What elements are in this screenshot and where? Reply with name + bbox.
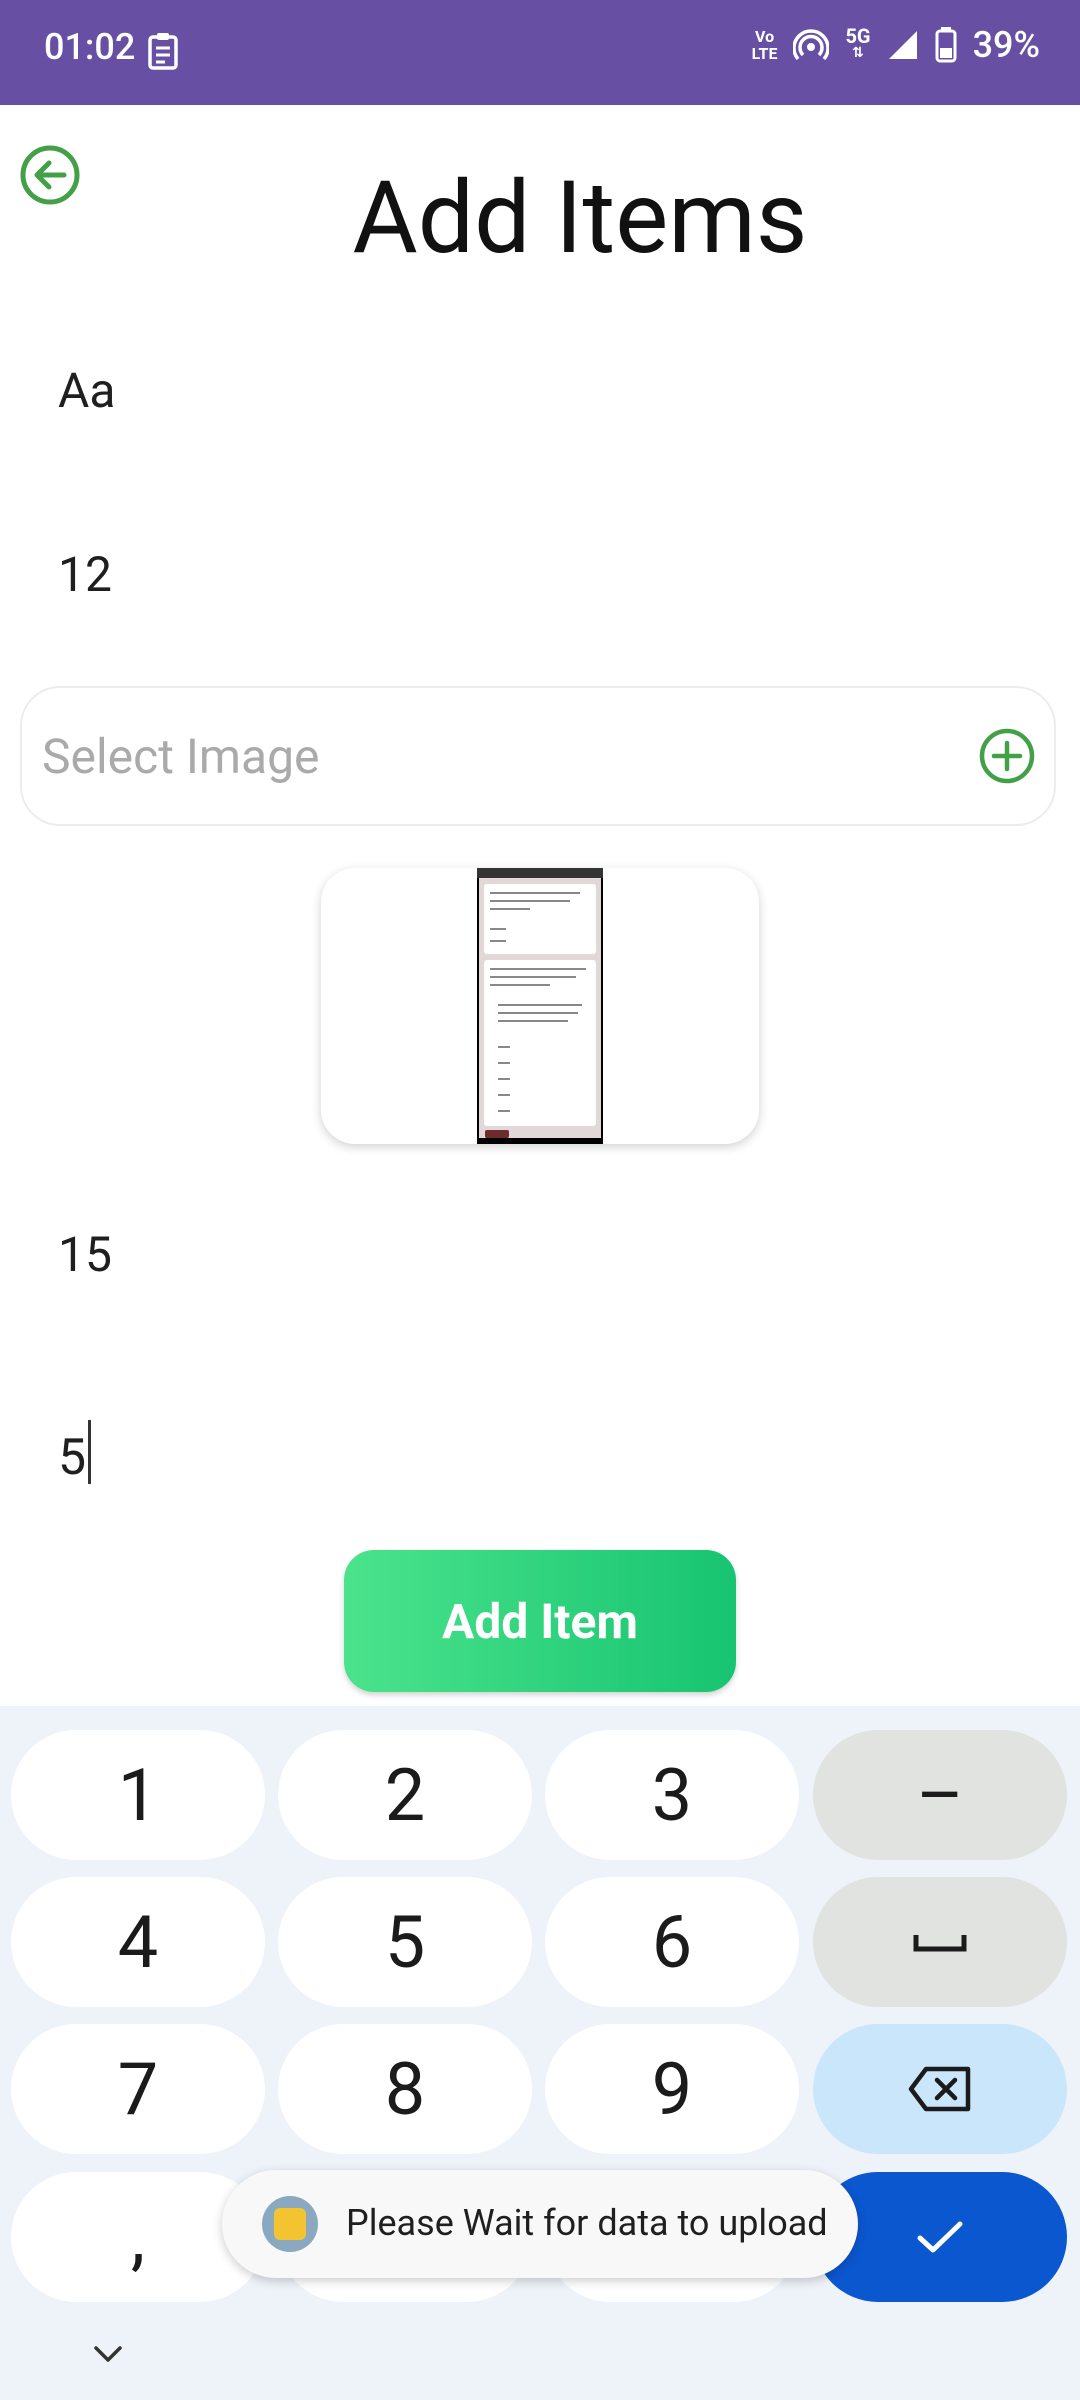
upload-toast: Please Wait for data to upload xyxy=(222,2170,858,2278)
select-image-field[interactable]: Select Image xyxy=(20,686,1056,826)
key-3[interactable]: 3 xyxy=(545,1730,799,1860)
checkmark-icon xyxy=(917,2221,963,2253)
page-title: Add Items xyxy=(352,160,808,277)
key-dash[interactable]: – xyxy=(813,1730,1067,1860)
key-backspace[interactable] xyxy=(813,2024,1067,2154)
numeric-keyboard: 1 2 3 – 4 5 6 7 8 9 , xyxy=(0,1706,1080,2400)
network-type: 5G ⇅ xyxy=(845,24,871,61)
key-5[interactable]: 5 xyxy=(278,1877,532,2007)
clipboard-icon xyxy=(148,33,178,70)
battery-percent: 39% xyxy=(972,24,1040,66)
add-image-icon[interactable] xyxy=(978,727,1036,785)
key-2[interactable]: 2 xyxy=(278,1730,532,1860)
quantity-field[interactable]: 5 xyxy=(58,1420,92,1487)
status-time: 01:02 xyxy=(44,26,136,68)
key-7[interactable]: 7 xyxy=(11,2024,265,2154)
image-thumbnail xyxy=(477,868,603,1144)
signal-icon xyxy=(888,31,917,59)
app-icon xyxy=(262,2196,318,2252)
volte-icon: Vo LTE xyxy=(751,27,778,63)
chevron-down-icon[interactable] xyxy=(90,2342,126,2366)
text-cursor xyxy=(88,1420,92,1484)
battery-icon xyxy=(935,27,957,63)
backspace-icon xyxy=(908,2066,971,2112)
key-space[interactable] xyxy=(813,1877,1067,2007)
key-1[interactable]: 1 xyxy=(11,1730,265,1860)
toast-message: Please Wait for data to upload xyxy=(346,2202,828,2244)
stock-field[interactable]: 15 xyxy=(58,1226,112,1283)
key-4[interactable]: 4 xyxy=(11,1877,265,2007)
space-icon xyxy=(913,1935,967,1952)
item-price-field[interactable]: 12 xyxy=(58,546,112,603)
key-6[interactable]: 6 xyxy=(545,1877,799,2007)
key-9[interactable]: 9 xyxy=(545,2024,799,2154)
image-preview xyxy=(321,868,759,1144)
add-item-button[interactable]: Add Item xyxy=(344,1550,736,1692)
key-8[interactable]: 8 xyxy=(278,2024,532,2154)
select-image-placeholder: Select Image xyxy=(42,728,320,785)
status-bar: 01:02 Vo LTE 5G ⇅ 39% xyxy=(0,0,1080,105)
item-name-field[interactable]: Aa xyxy=(58,362,115,419)
hotspot-icon xyxy=(793,29,830,61)
